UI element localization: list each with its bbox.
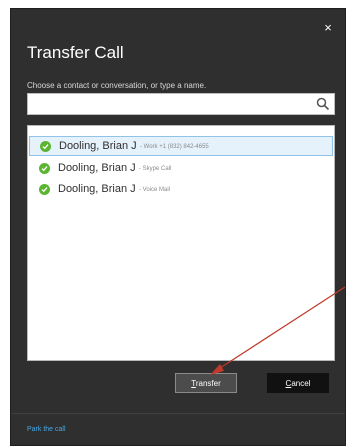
close-icon: × <box>324 20 332 35</box>
contact-name: Dooling, Brian J <box>59 140 137 152</box>
contact-detail: - Voice Mail <box>139 187 171 193</box>
contact-detail: - Skype Call <box>139 166 172 172</box>
available-status-icon <box>39 184 50 195</box>
footer-divider <box>11 413 345 414</box>
contact-detail: - Work +1 (832) 842-4655 <box>140 144 209 150</box>
transfer-button[interactable]: Transfer <box>175 373 237 393</box>
cancel-label: ancel <box>291 379 311 388</box>
search-icon[interactable] <box>316 97 330 111</box>
instruction-text: Choose a contact or conversation, or typ… <box>27 81 207 90</box>
park-call-link[interactable]: Park the call <box>27 426 66 433</box>
close-button[interactable]: × <box>321 21 335 35</box>
available-status-icon <box>40 141 51 152</box>
search-input[interactable] <box>32 96 306 114</box>
transfer-label: ransfer <box>195 379 221 388</box>
search-box[interactable] <box>27 93 335 115</box>
list-item[interactable]: Dooling, Brian J - Voice Mail <box>29 180 333 200</box>
transfer-call-dialog: × Transfer Call Choose a contact or conv… <box>10 8 346 446</box>
cancel-button[interactable]: Cancel <box>267 373 329 393</box>
list-item[interactable]: Dooling, Brian J - Work +1 (832) 842-465… <box>29 136 333 156</box>
dialog-title: Transfer Call <box>27 43 124 62</box>
screenshot-frame: × Transfer Call Choose a contact or conv… <box>0 0 351 448</box>
available-status-icon <box>39 163 50 174</box>
contact-name: Dooling, Brian J <box>58 183 136 195</box>
list-item[interactable]: Dooling, Brian J - Skype Call <box>29 159 333 179</box>
contact-list: Dooling, Brian J - Work +1 (832) 842-465… <box>27 125 335 361</box>
contact-name: Dooling, Brian J <box>58 162 136 174</box>
